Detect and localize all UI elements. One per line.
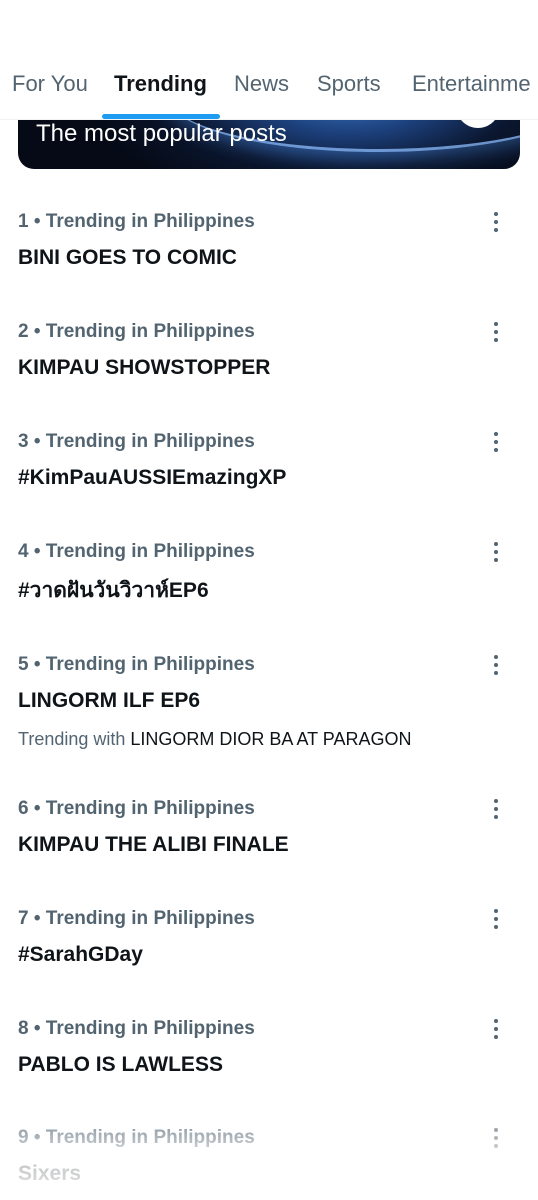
trend-name[interactable]: Sixers xyxy=(18,1161,81,1187)
tab-for-you[interactable]: For You xyxy=(12,70,88,98)
trend-context: 2 • Trending in Philippines xyxy=(18,321,255,342)
more-options-icon[interactable] xyxy=(486,653,506,677)
trending-with-line: Trending with LINGORM DIOR BA AT PARAGON xyxy=(18,727,411,751)
trend-context: 5 • Trending in Philippines xyxy=(18,654,255,675)
tab-sports[interactable]: Sports xyxy=(317,70,381,98)
more-options-icon[interactable] xyxy=(486,797,506,821)
trend-context: 9 • Trending in Philippines xyxy=(18,1127,255,1148)
more-options-icon[interactable] xyxy=(486,320,506,344)
trend-name[interactable]: KIMPAU SHOWSTOPPER xyxy=(18,355,270,381)
popular-posts-banner[interactable]: The most popular posts xyxy=(18,112,520,169)
tab-entertainment[interactable]: Entertainme xyxy=(412,70,531,98)
active-tab-indicator xyxy=(102,114,220,119)
trend-context: 8 • Trending in Philippines xyxy=(18,1018,255,1039)
more-options-icon[interactable] xyxy=(486,1126,506,1150)
trending-with-label: Trending with xyxy=(18,729,126,749)
more-options-icon[interactable] xyxy=(486,1017,506,1041)
more-options-icon[interactable] xyxy=(486,907,506,931)
tab-trending[interactable]: Trending xyxy=(114,70,207,98)
trend-name[interactable]: BINI GOES TO COMIC xyxy=(18,245,237,271)
trend-name[interactable]: KIMPAU THE ALIBI FINALE xyxy=(18,832,289,858)
trend-name[interactable]: #วาดฝันวันวิวาห์EP6 xyxy=(18,578,209,604)
trend-context: 4 • Trending in Philippines xyxy=(18,541,255,562)
trending-with-topic[interactable]: LINGORM DIOR BA AT PARAGON xyxy=(130,729,411,749)
tab-news[interactable]: News xyxy=(234,70,289,98)
more-options-icon[interactable] xyxy=(486,430,506,454)
trend-context: 6 • Trending in Philippines xyxy=(18,798,255,819)
trend-name[interactable]: LINGORM ILF EP6 xyxy=(18,688,200,714)
trend-name[interactable]: PABLO IS LAWLESS xyxy=(18,1052,223,1078)
trend-name[interactable]: #SarahGDay xyxy=(18,942,143,968)
trend-context: 1 • Trending in Philippines xyxy=(18,211,255,232)
tab-bar: For You Trending News Sports Entertainme xyxy=(0,0,538,120)
banner-title: The most popular posts xyxy=(36,120,287,147)
trend-context: 7 • Trending in Philippines xyxy=(18,908,255,929)
more-options-icon[interactable] xyxy=(486,540,506,564)
trend-context: 3 • Trending in Philippines xyxy=(18,431,255,452)
more-options-icon[interactable] xyxy=(486,210,506,234)
trend-name[interactable]: #KimPauAUSSIEmazingXP xyxy=(18,465,286,491)
